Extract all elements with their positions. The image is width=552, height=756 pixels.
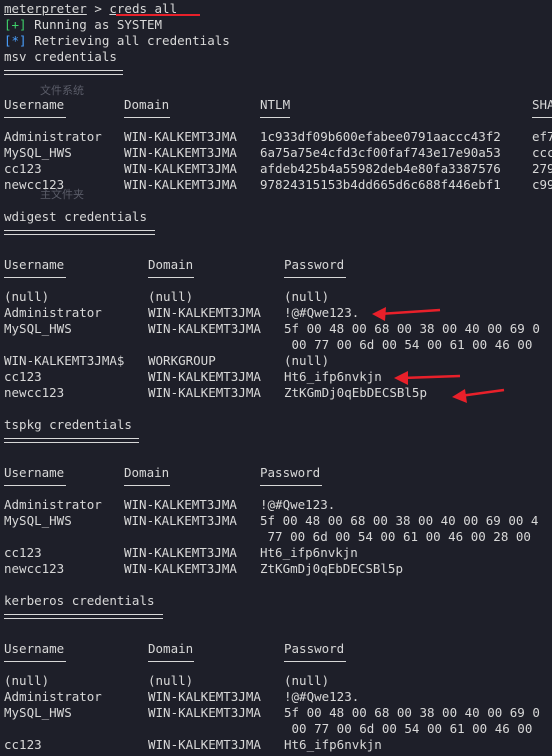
red-arrow-icon [452,388,505,403]
red-arrow-icon [394,371,461,385]
terminal-window: 文件系统 主文件夹 meterpreter > creds_all [+] Ru… [0,0,552,756]
red-arrow-icon [372,307,441,321]
annotation-arrows [372,307,505,403]
